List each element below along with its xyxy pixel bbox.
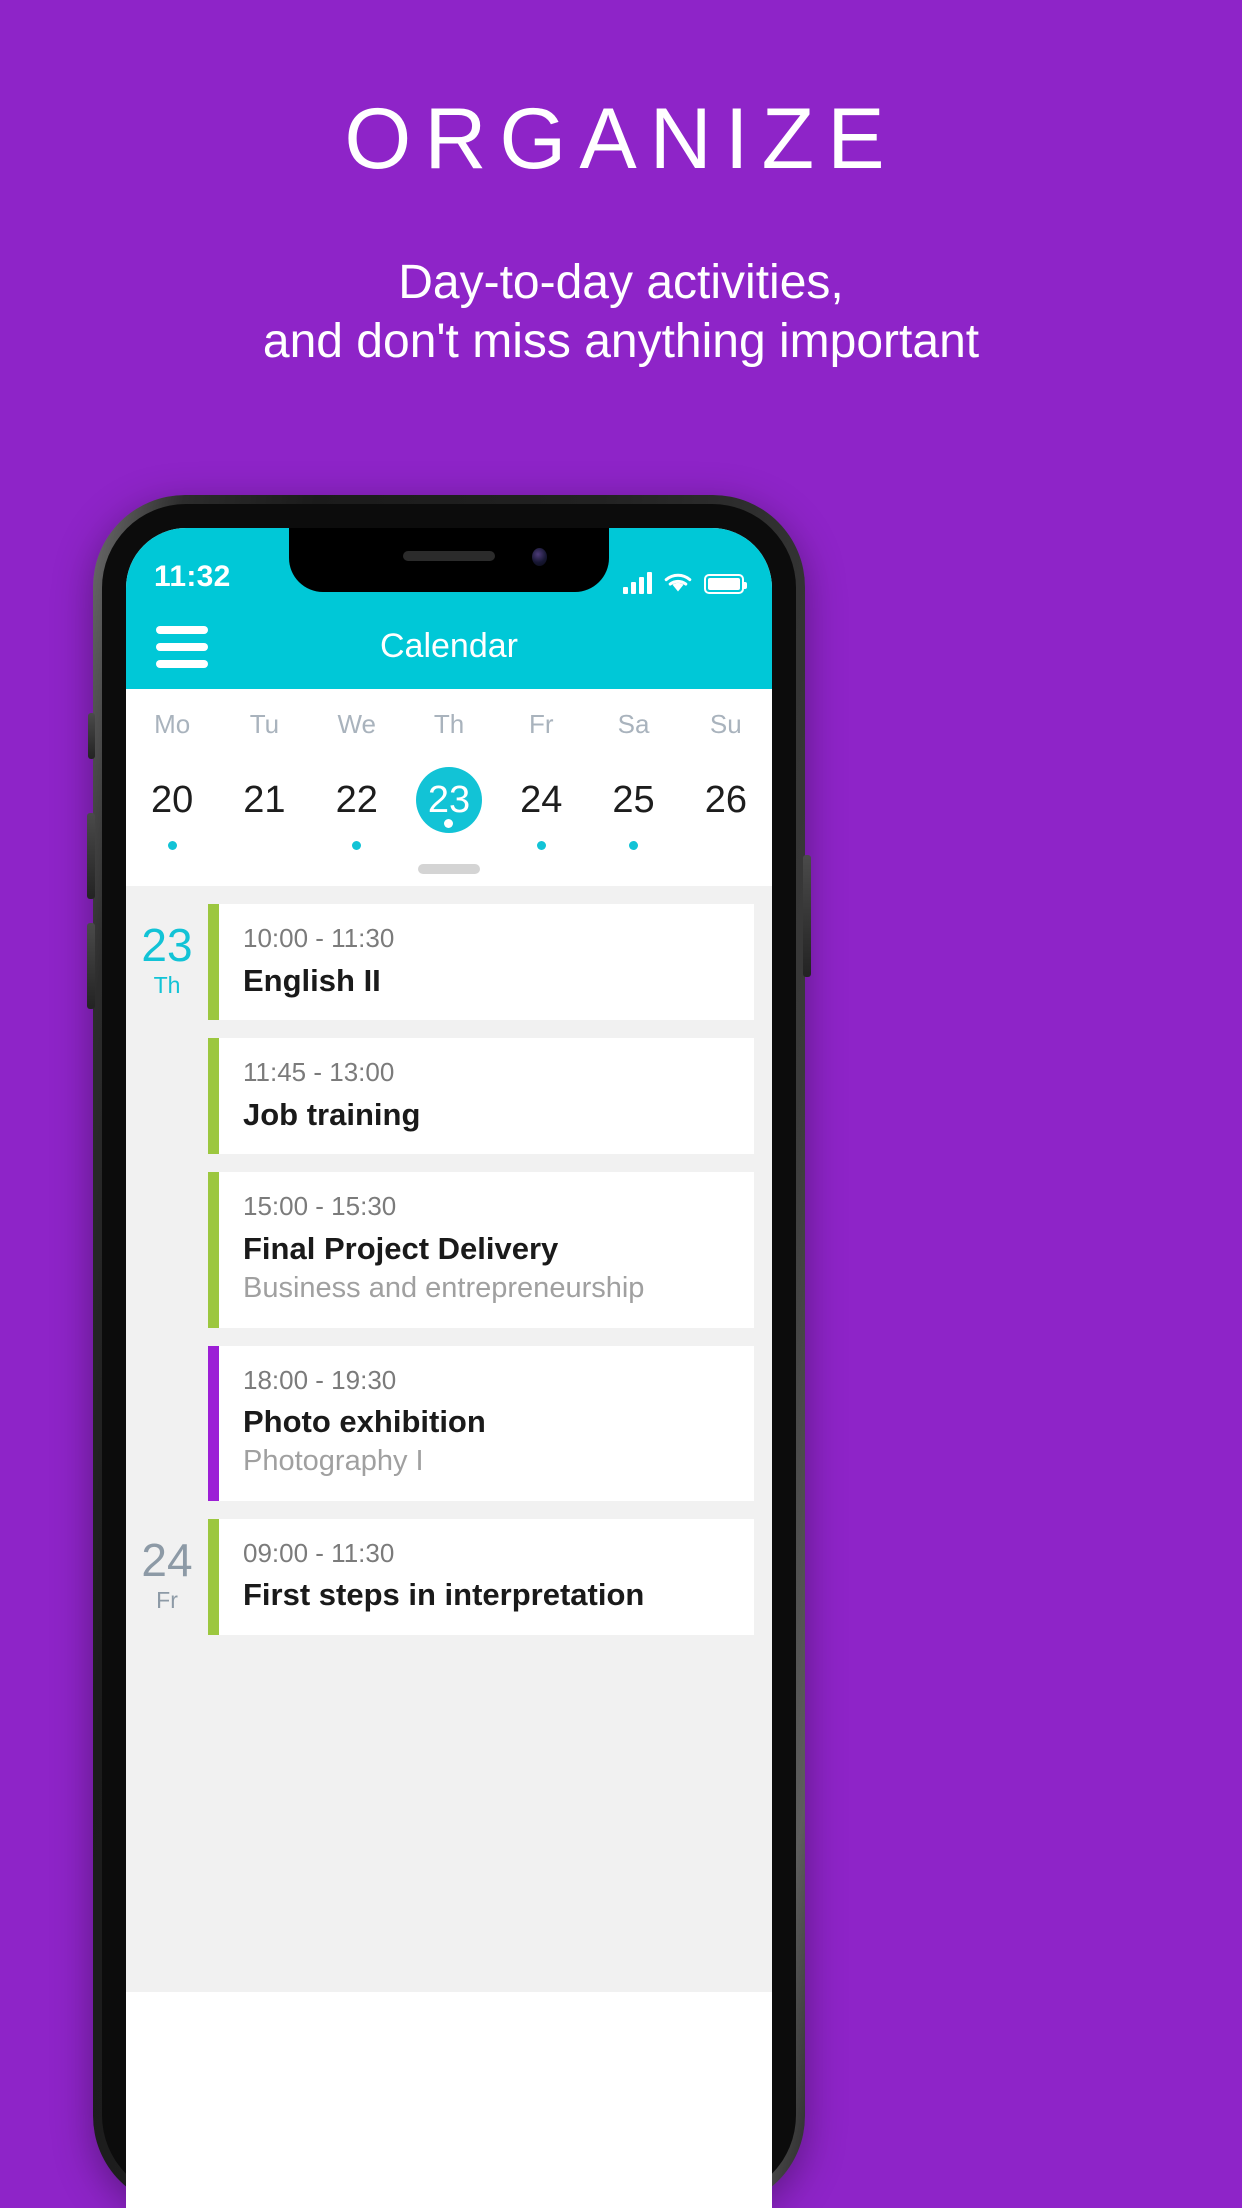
event-card-body: 11:45 - 13:00 Job training — [219, 1038, 442, 1154]
week-day-event-dot — [629, 841, 639, 850]
status-bar-icons — [623, 572, 747, 594]
event-title: English II — [243, 962, 381, 998]
week-day-event-dot — [721, 841, 730, 850]
event-card[interactable]: 11:45 - 13:00 Job training — [208, 1038, 754, 1155]
phone-notch — [289, 528, 609, 592]
agenda-date-weekday: Fr — [156, 1586, 178, 1613]
battery-full-icon — [704, 574, 747, 594]
event-title: Job training — [243, 1096, 421, 1132]
event-time: 11:45 - 13:00 — [243, 1057, 395, 1088]
event-title: Final Project Delivery — [243, 1231, 559, 1267]
event-accent-bar — [208, 1518, 219, 1635]
week-day-name: Su — [709, 709, 742, 739]
event-card-body: 09:00 - 11:30 First steps in interpretati… — [219, 1519, 666, 1635]
app-bar-title: Calendar — [380, 627, 518, 665]
week-day-number: 20 — [151, 779, 194, 821]
week-day-cell-mo[interactable]: Mo 20 — [126, 711, 218, 850]
event-accent-bar — [208, 1172, 219, 1328]
event-accent-bar — [208, 1038, 219, 1155]
agenda-row: 24 Fr 09:00 - 11:30 First steps in interpre… — [126, 1518, 772, 1635]
promo-subtitle-line-1: Day-to-day activities, — [398, 256, 844, 309]
wifi-icon — [664, 573, 692, 592]
week-day-number-wrap: 20 — [126, 767, 218, 833]
week-day-number-wrap: 26 — [680, 767, 772, 833]
week-day-cell-tu[interactable]: Tu 21 — [218, 711, 310, 850]
week-day-number: 26 — [704, 779, 747, 821]
phone-screen: 11:32 Calendar Mo 20 Tu 21 We 22 Th 23 Fr 24 Sa 25 S… — [126, 528, 772, 2208]
front-camera-icon — [532, 548, 547, 566]
week-day-name: Tu — [249, 709, 280, 739]
event-card-body: 18:00 - 19:30 Photo exhibition Photography… — [219, 1346, 508, 1501]
volume-down-button[interactable] — [87, 923, 95, 1009]
week-day-cell-fr[interactable]: Fr 24 — [495, 711, 587, 850]
event-time: 09:00 - 11:30 — [243, 1537, 395, 1568]
event-card[interactable]: 18:00 - 19:30 Photo exhibition Photography… — [208, 1345, 754, 1501]
page-title: ORGANIZE — [344, 91, 898, 187]
week-day-number-wrap: 22 — [311, 767, 403, 833]
week-day-name: Mo — [154, 709, 191, 739]
event-card-body: 15:00 - 15:30 Final Project Delivery Busin… — [219, 1172, 666, 1327]
week-day-name: Sa — [617, 709, 650, 739]
week-day-event-dot — [352, 841, 362, 850]
week-day-number: 24 — [520, 779, 563, 821]
event-accent-bar — [208, 904, 219, 1021]
week-day-event-dot — [260, 841, 269, 850]
agenda-date-weekday: Th — [153, 972, 181, 998]
week-day-cell-th[interactable]: Th 23 — [403, 711, 495, 850]
event-accent-bar — [208, 1345, 219, 1501]
event-time: 18:00 - 19:30 — [243, 1364, 397, 1395]
event-title: Photo exhibition — [243, 1404, 486, 1440]
earpiece-speaker-icon — [403, 551, 495, 561]
week-day-row: Mo 20 Tu 21 We 22 Th 23 Fr 24 Sa 25 Su 26 — [126, 711, 772, 850]
volume-up-button[interactable] — [87, 813, 95, 899]
week-day-cell-we[interactable]: We 22 — [311, 711, 403, 850]
agenda-date-marker: 23 Th — [126, 904, 208, 1020]
agenda-date-number: 23 — [141, 919, 193, 971]
event-card-body: 10:00 - 11:30 English II — [219, 904, 416, 1020]
agenda-list: 23 Th 10:00 - 11:30 English II 11:45 - 13:00… — [126, 886, 772, 1992]
week-day-number: 22 — [335, 779, 378, 821]
agenda-date-number: 24 — [141, 1533, 193, 1586]
event-subtitle: Photography I — [243, 1444, 424, 1477]
event-card[interactable]: 15:00 - 15:30 Final Project Delivery Busin… — [208, 1172, 754, 1328]
calendar-drag-handle-wrap — [126, 850, 772, 886]
agenda-row: 23 Th 10:00 - 11:30 English II — [126, 904, 772, 1021]
event-card[interactable]: 09:00 - 11:30 First steps in interpretati… — [208, 1518, 754, 1635]
week-day-number: 25 — [612, 779, 655, 821]
event-subtitle: Business and entrepreneurship — [243, 1271, 645, 1304]
status-bar-clock: 11:32 — [154, 560, 231, 593]
event-time: 10:00 - 11:30 — [243, 923, 395, 953]
week-day-number-wrap: 21 — [218, 767, 310, 833]
hamburger-menu-icon[interactable] — [156, 625, 208, 668]
week-day-name: Th — [433, 709, 465, 739]
phone-mockup: 11:32 Calendar Mo 20 Tu 21 We 22 Th 23 Fr 24 Sa 25 S… — [87, 495, 811, 2208]
week-day-cell-sa[interactable]: Sa 25 — [587, 711, 679, 850]
agenda-row: 15:00 - 15:30 Final Project Delivery Busin… — [126, 1172, 772, 1328]
event-title: First steps in interpretation — [243, 1577, 645, 1613]
calendar-drag-handle[interactable] — [418, 864, 480, 874]
week-day-cell-su[interactable]: Su 26 — [680, 711, 772, 850]
agenda-date-marker: 24 Fr — [126, 1519, 208, 1635]
mute-switch-button[interactable] — [88, 713, 95, 759]
agenda-row: 11:45 - 13:00 Job training — [126, 1038, 772, 1155]
app-bar: Calendar — [126, 604, 772, 689]
agenda-row: 18:00 - 19:30 Photo exhibition Photography… — [126, 1345, 772, 1501]
week-day-name: We — [337, 709, 376, 739]
week-day-number-wrap: 25 — [587, 767, 679, 833]
week-day-number-wrap: 24 — [495, 767, 587, 833]
week-day-name: Fr — [528, 709, 554, 739]
event-time: 15:00 - 15:30 — [243, 1191, 397, 1222]
promo-subtitle-line-2: and don't miss anything important — [262, 314, 980, 368]
week-day-event-dot — [167, 841, 177, 850]
week-strip: Mo 20 Tu 21 We 22 Th 23 Fr 24 Sa 25 Su 26 — [126, 689, 772, 850]
week-day-event-dot — [536, 841, 546, 850]
event-card[interactable]: 10:00 - 11:30 English II — [208, 904, 754, 1021]
week-day-number: 21 — [243, 779, 286, 821]
promo-header: ORGANIZE Day-to-day activities, and don'… — [0, 0, 1242, 371]
promo-subtitle: Day-to-day activities, and don't miss an… — [0, 182, 1242, 371]
power-button[interactable] — [803, 855, 811, 977]
signal-bars-icon — [623, 572, 652, 594]
